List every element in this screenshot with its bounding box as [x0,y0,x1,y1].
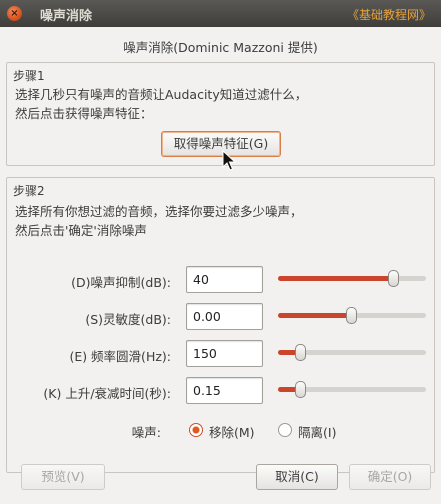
noise-reduction-label: (D)噪声抑制(dB): [71,275,171,290]
isolate-radio[interactable] [278,423,292,437]
noise-reduction-input[interactable] [186,266,263,293]
step1-label: 步骤1 [13,69,45,83]
step2-label: 步骤2 [13,184,45,198]
noise-mode-label: 噪声: [131,425,161,440]
sensitivity-slider[interactable] [278,307,426,324]
preview-button[interactable]: 预览(V) [21,464,105,490]
get-noise-profile-button[interactable]: 取得噪声特征(G) [161,131,281,157]
attack-decay-input[interactable] [186,377,263,404]
attack-decay-label: (K) 上升/衰减时间(秒): [43,386,171,401]
slider-fill [278,313,351,318]
sensitivity-input[interactable] [186,303,263,330]
param-row-sensitivity: (S)灵敏度(dB): [0,303,441,331]
frequency-smoothing-label: (E) 频率圆滑(Hz): [69,349,171,364]
param-row-noise-reduction: (D)噪声抑制(dB): [0,266,441,294]
param-row-frequency-smoothing: (E) 频率圆滑(Hz): [0,340,441,368]
step2-description-line1: 选择所有你想过滤的音频，选择你要过滤多少噪声， [15,204,303,219]
noise-removal-dialog: 噪声消除(Dominic Mazzoni 提供) 步骤1 选择几秒只有噪声的音频… [0,27,441,504]
dialog-heading: 噪声消除(Dominic Mazzoni 提供) [123,40,318,55]
noise-reduction-slider[interactable] [278,270,426,287]
step1-description-line2: 然后点击获得噪声特征： [15,106,153,121]
window-titlebar: × 噪声消除 《基础教程网》 [0,0,441,27]
param-row-attack-decay: (K) 上升/衰减时间(秒): [0,377,441,405]
frequency-smoothing-slider[interactable] [278,344,426,361]
window-title: 噪声消除 [40,9,93,24]
cancel-button[interactable]: 取消(C) [256,464,338,490]
ok-button[interactable]: 确定(O) [349,464,431,490]
frequency-smoothing-input[interactable] [186,340,263,367]
slider-handle[interactable] [295,344,306,361]
attack-decay-slider[interactable] [278,381,426,398]
slider-handle[interactable] [346,307,357,324]
step1-description-line1: 选择几秒只有噪声的音频让Audacity知道过滤什么， [15,87,308,102]
slider-handle[interactable] [295,381,306,398]
noise-mode-row: 噪声: 移除(M) 隔离(I) [0,421,441,441]
isolate-radio-label[interactable]: 隔离(I) [298,422,336,441]
watermark: 《基础教程网》 [346,8,431,22]
mouse-cursor-icon [222,150,236,171]
remove-radio[interactable] [189,423,203,437]
step2-description-line2: 然后点击'确定'消除噪声 [15,223,147,238]
remove-radio-label[interactable]: 移除(M) [209,422,255,441]
close-icon[interactable]: × [7,6,22,21]
sensitivity-label: (S)灵敏度(dB): [85,312,171,327]
step1-group: 步骤1 选择几秒只有噪声的音频让Audacity知道过滤什么， 然后点击获得噪声… [6,62,435,166]
slider-fill [278,276,393,281]
slider-handle[interactable] [388,270,399,287]
